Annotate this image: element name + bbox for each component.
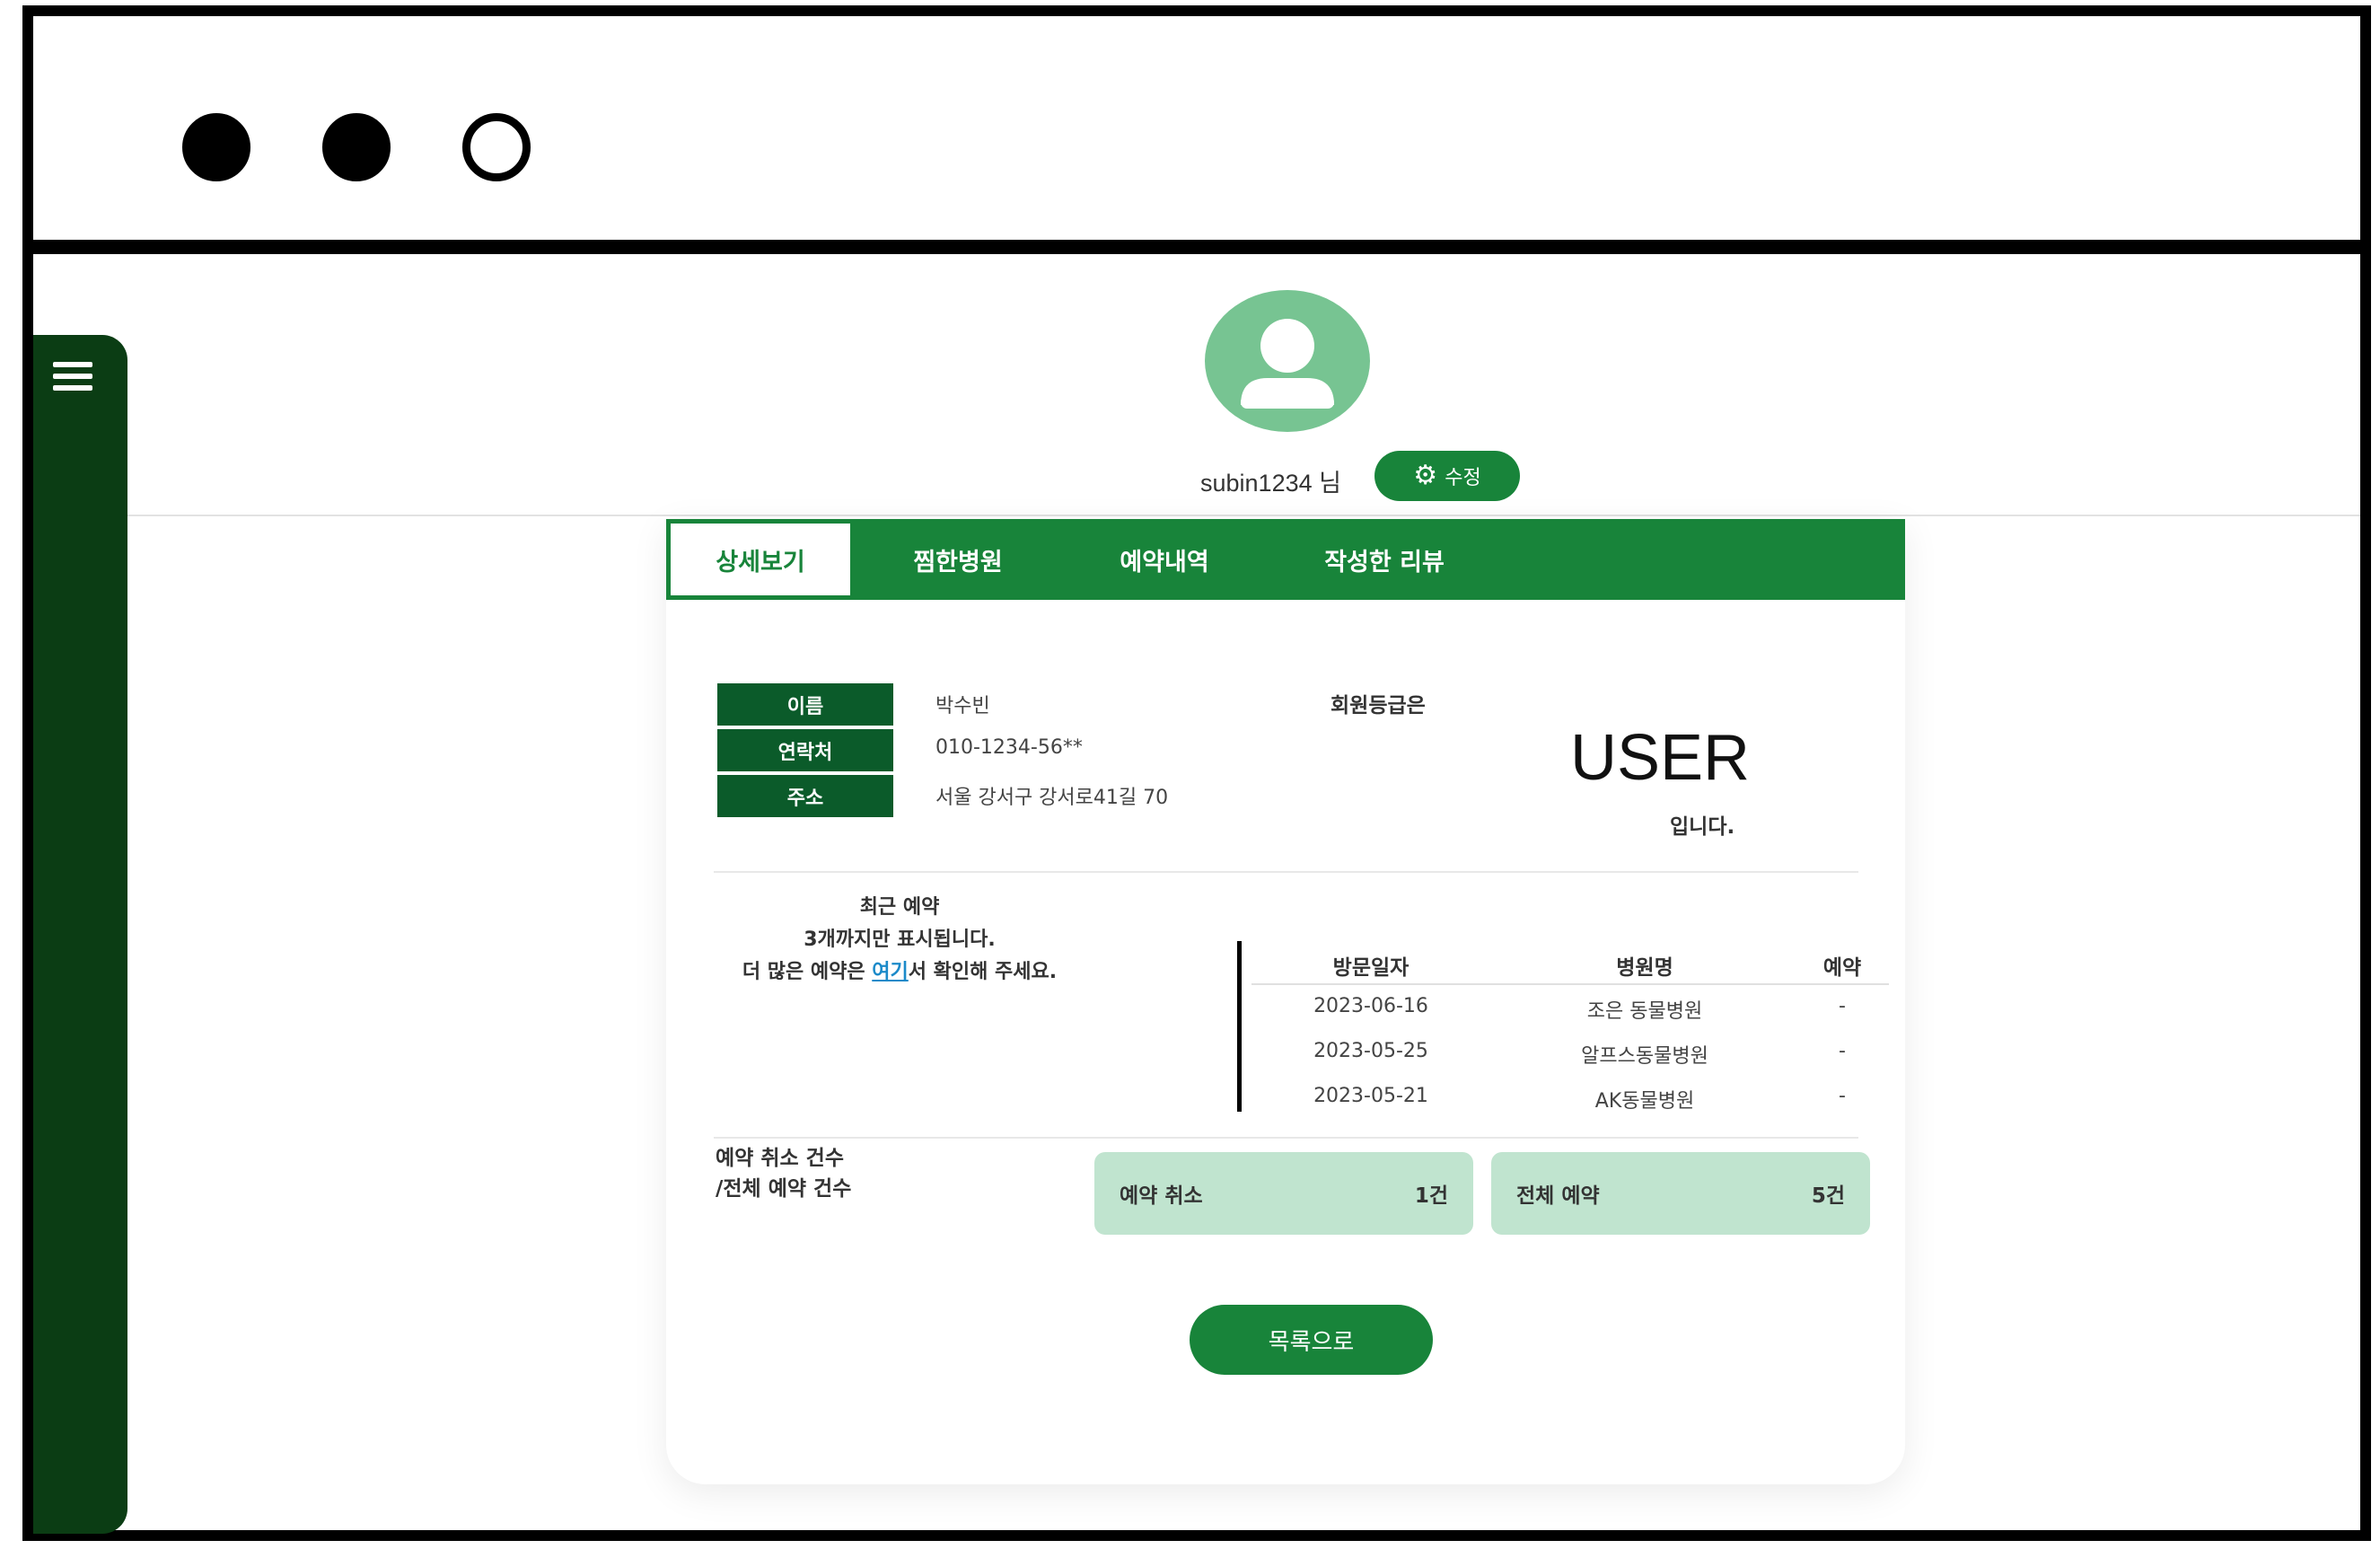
- sidebar: [33, 335, 127, 1534]
- vertical-divider: [1237, 941, 1242, 1112]
- username-label: subin1234 님: [1200, 470, 1341, 497]
- tab-reservations[interactable]: 예약내역: [1061, 519, 1268, 600]
- header-reservation: 예약: [1822, 956, 1862, 980]
- table-row-3-hospital[interactable]: AK동물병원: [1510, 1085, 1779, 1113]
- more-reservations-link[interactable]: 여기: [872, 961, 908, 983]
- table-row-1-hospital[interactable]: 조은 동물병원: [1510, 995, 1779, 1024]
- hamburger-menu-icon[interactable]: [53, 362, 92, 394]
- window-control-minimize[interactable]: [322, 113, 391, 181]
- table-row-1-date: 2023-06-16: [1313, 995, 1428, 1017]
- edit-button-label: 수정: [1445, 467, 1481, 489]
- gear-icon: ⚙: [1413, 460, 1438, 491]
- total-count: 5건: [1811, 1184, 1845, 1208]
- back-to-list-button[interactable]: 목록으로: [1190, 1305, 1433, 1375]
- recent-note-line3: 더 많은 예약은 여기서 확인해 주세요.: [689, 956, 1111, 989]
- table-row-1-status: -: [1839, 995, 1846, 1017]
- phone-label: 연락처: [717, 729, 893, 771]
- grade-value: USER: [1570, 722, 1751, 794]
- cancel-label: 예약 취소: [1120, 1184, 1203, 1208]
- table-row-2-hospital[interactable]: 알프스동물병원: [1510, 1040, 1779, 1069]
- window-control-maximize[interactable]: [462, 113, 531, 181]
- grade-title: 회원등급은: [1331, 694, 1426, 717]
- tab-written-reviews[interactable]: 작성한 리뷰: [1268, 519, 1501, 600]
- window-control-close[interactable]: [182, 113, 250, 181]
- profile-detail-card: 상세보기 찜한병원 예약내역 작성한 리뷰 이름 박수빈 연락처 010-123…: [666, 519, 1905, 1484]
- tab-favorite-hospitals[interactable]: 찜한병원: [855, 519, 1061, 600]
- section-divider-2: [714, 1137, 1858, 1139]
- recent-reservation-note: 최근 예약 3개까지만 표시됩니다. 더 많은 예약은 여기서 확인해 주세요.: [689, 892, 1111, 989]
- stats-label-line1: 예약 취소 건수: [716, 1147, 844, 1170]
- header-divider: [127, 515, 2360, 516]
- user-avatar-icon: [1205, 290, 1370, 432]
- phone-value: 010-1234-56**: [935, 736, 1083, 759]
- table-row-2-date: 2023-05-25: [1313, 1040, 1428, 1062]
- name-value: 박수빈: [935, 695, 990, 717]
- page-content: subin1234 님 ⚙ 수정 상세보기 찜한병원 예약내역 작성한 리뷰 이…: [33, 254, 2360, 1534]
- header-hospital-name: 병원명: [1616, 956, 1673, 980]
- stats-label-line2: /전체 예약 건수: [716, 1177, 852, 1201]
- recent-note-prefix: 더 많은 예약은: [742, 961, 873, 983]
- recent-note-line2: 3개까지만 표시됩니다.: [804, 929, 996, 951]
- recent-note-suffix: 서 확인해 주세요.: [908, 961, 1058, 983]
- recent-note-line1: 최근 예약: [859, 896, 940, 919]
- header-visit-date: 방문일자: [1332, 956, 1410, 980]
- table-row-2-status: -: [1839, 1040, 1846, 1062]
- total-count-card: 전체 예약 5건: [1491, 1152, 1870, 1235]
- cancel-count: 1건: [1414, 1184, 1448, 1208]
- section-divider: [714, 871, 1858, 873]
- table-row-3-date: 2023-05-21: [1313, 1085, 1428, 1107]
- address-value: 서울 강서구 강서로41길 70: [935, 787, 1169, 809]
- cancel-count-card: 예약 취소 1건: [1094, 1152, 1473, 1235]
- browser-window: subin1234 님 ⚙ 수정 상세보기 찜한병원 예약내역 작성한 리뷰 이…: [22, 5, 2371, 1541]
- address-label: 주소: [717, 775, 893, 817]
- edit-profile-button[interactable]: ⚙ 수정: [1374, 451, 1520, 501]
- stats-label: 예약 취소 건수 /전체 예약 건수: [716, 1143, 851, 1204]
- table-row-3-status: -: [1839, 1085, 1846, 1107]
- window-titlebar: [33, 16, 2360, 254]
- tab-details[interactable]: 상세보기: [666, 519, 855, 600]
- tab-bar: 상세보기 찜한병원 예약내역 작성한 리뷰: [666, 519, 1905, 600]
- name-label: 이름: [717, 683, 893, 726]
- table-header-divider: [1251, 983, 1889, 985]
- grade-suffix: 입니다.: [1670, 815, 1735, 839]
- total-label: 전체 예약: [1516, 1184, 1600, 1208]
